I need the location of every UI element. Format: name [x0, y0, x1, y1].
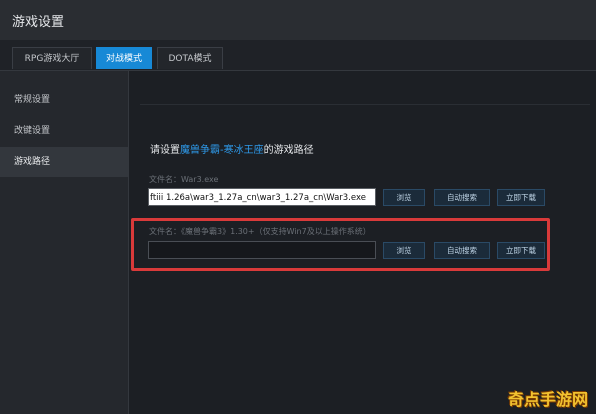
content-divider [140, 104, 590, 105]
tab-rpg-lobby[interactable]: RPG游戏大厅 [12, 47, 92, 69]
sidebar-item-game-path[interactable]: 游戏路径 [0, 147, 128, 177]
watermark-logo: 奇点手游网 [507, 390, 588, 409]
sidebar-item-general[interactable]: 常规设置 [0, 85, 128, 115]
tab-battle-mode[interactable]: 对战模式 [96, 47, 152, 69]
war3-path-input[interactable]: ftiii 1.26a\war3_1.27a_cn\war3_1.27a_cn\… [148, 188, 376, 206]
browse-button[interactable]: 浏览 [383, 189, 425, 206]
tab-dota-mode[interactable]: DOTA模式 [157, 47, 223, 69]
mode-tab-bar: RPG游戏大厅 对战模式 DOTA模式 [0, 40, 596, 71]
settings-sidebar: 常规设置 改键设置 游戏路径 [0, 71, 129, 414]
heading-prefix: 请设置 [150, 145, 180, 156]
war3-file-label: 文件名：War3.exe [149, 175, 219, 184]
heading-suffix: 的游戏路径 [263, 145, 314, 156]
highlight-box [131, 218, 550, 271]
window-title: 游戏设置 [12, 15, 65, 30]
game-name-link[interactable]: 魔兽争霸-寒冰王座 [180, 145, 264, 156]
title-bar: 游戏设置 [0, 0, 596, 40]
sidebar-item-keybinds[interactable]: 改键设置 [0, 116, 128, 146]
download-now-button[interactable]: 立即下载 [497, 189, 545, 206]
page-heading: 请设置魔兽争霸-寒冰王座的游戏路径 [150, 141, 314, 156]
auto-search-button[interactable]: 自动搜索 [434, 189, 490, 206]
